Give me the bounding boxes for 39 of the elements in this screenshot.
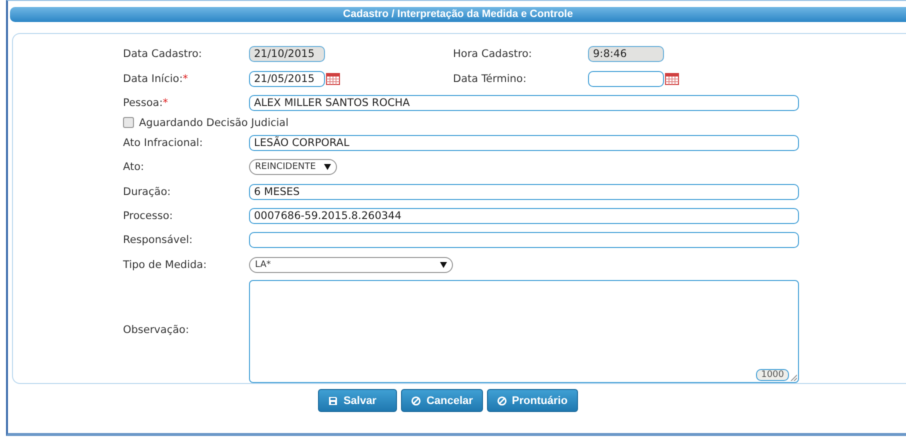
field-label: Pessoa:*	[123, 96, 170, 109]
action-button[interactable]: Prontuário	[486, 389, 578, 412]
resize-grip-icon[interactable]	[790, 374, 797, 381]
panel-title: Cadastro / Interpretação da Medida e Controle	[10, 7, 906, 22]
field-label: Ato:	[123, 161, 146, 174]
calendar-icon[interactable]	[326, 72, 340, 85]
input-field[interactable]: 0007686-59.2015.8.260344	[249, 208, 799, 224]
date-field[interactable]	[588, 70, 664, 87]
field-label: Responsável:	[123, 234, 194, 246]
calendar-icon[interactable]	[665, 72, 679, 85]
input-field[interactable]: LESÃO CORPORAL	[249, 134, 799, 151]
input-field[interactable]: ALEX MILLER SANTOS ROCHA	[249, 94, 799, 111]
field-label: Duração:	[123, 186, 172, 198]
field-label: Hora Cadastro:	[453, 48, 533, 60]
caret-icon	[324, 164, 331, 170]
field-label: Ato Infracional:	[123, 136, 204, 149]
dropdown[interactable]: LA*	[249, 256, 453, 273]
field-label: Data Início:*	[123, 72, 189, 85]
field-label: Tipo de Medida:	[123, 258, 208, 271]
input-field[interactable]	[249, 232, 799, 248]
action-button[interactable]: Salvar	[318, 389, 398, 412]
field-label: Observação:	[123, 324, 190, 336]
readonly-field: 21/10/2015	[249, 46, 325, 62]
field-label: Processo:	[123, 210, 174, 222]
date-field[interactable]: 21/05/2015	[249, 70, 325, 87]
dropdown[interactable]: REINCIDENTE	[249, 159, 337, 176]
checkbox[interactable]	[123, 117, 134, 128]
field-label: Data Término:	[453, 72, 528, 85]
field-label: Data Cadastro:	[123, 48, 203, 60]
input-field[interactable]: 6 MESES	[249, 184, 799, 200]
action-button[interactable]: Cancelar	[401, 389, 483, 412]
cancel-icon	[496, 396, 507, 406]
readonly-field: 9:8:46	[588, 46, 664, 62]
caret-icon	[440, 262, 447, 268]
checkbox-label: Aguardando Decisão Judicial	[139, 116, 289, 129]
text-area[interactable]: 1000	[249, 280, 799, 383]
save-icon	[328, 396, 338, 406]
character-counter: 1000	[756, 368, 789, 381]
cancel-icon	[411, 396, 422, 406]
